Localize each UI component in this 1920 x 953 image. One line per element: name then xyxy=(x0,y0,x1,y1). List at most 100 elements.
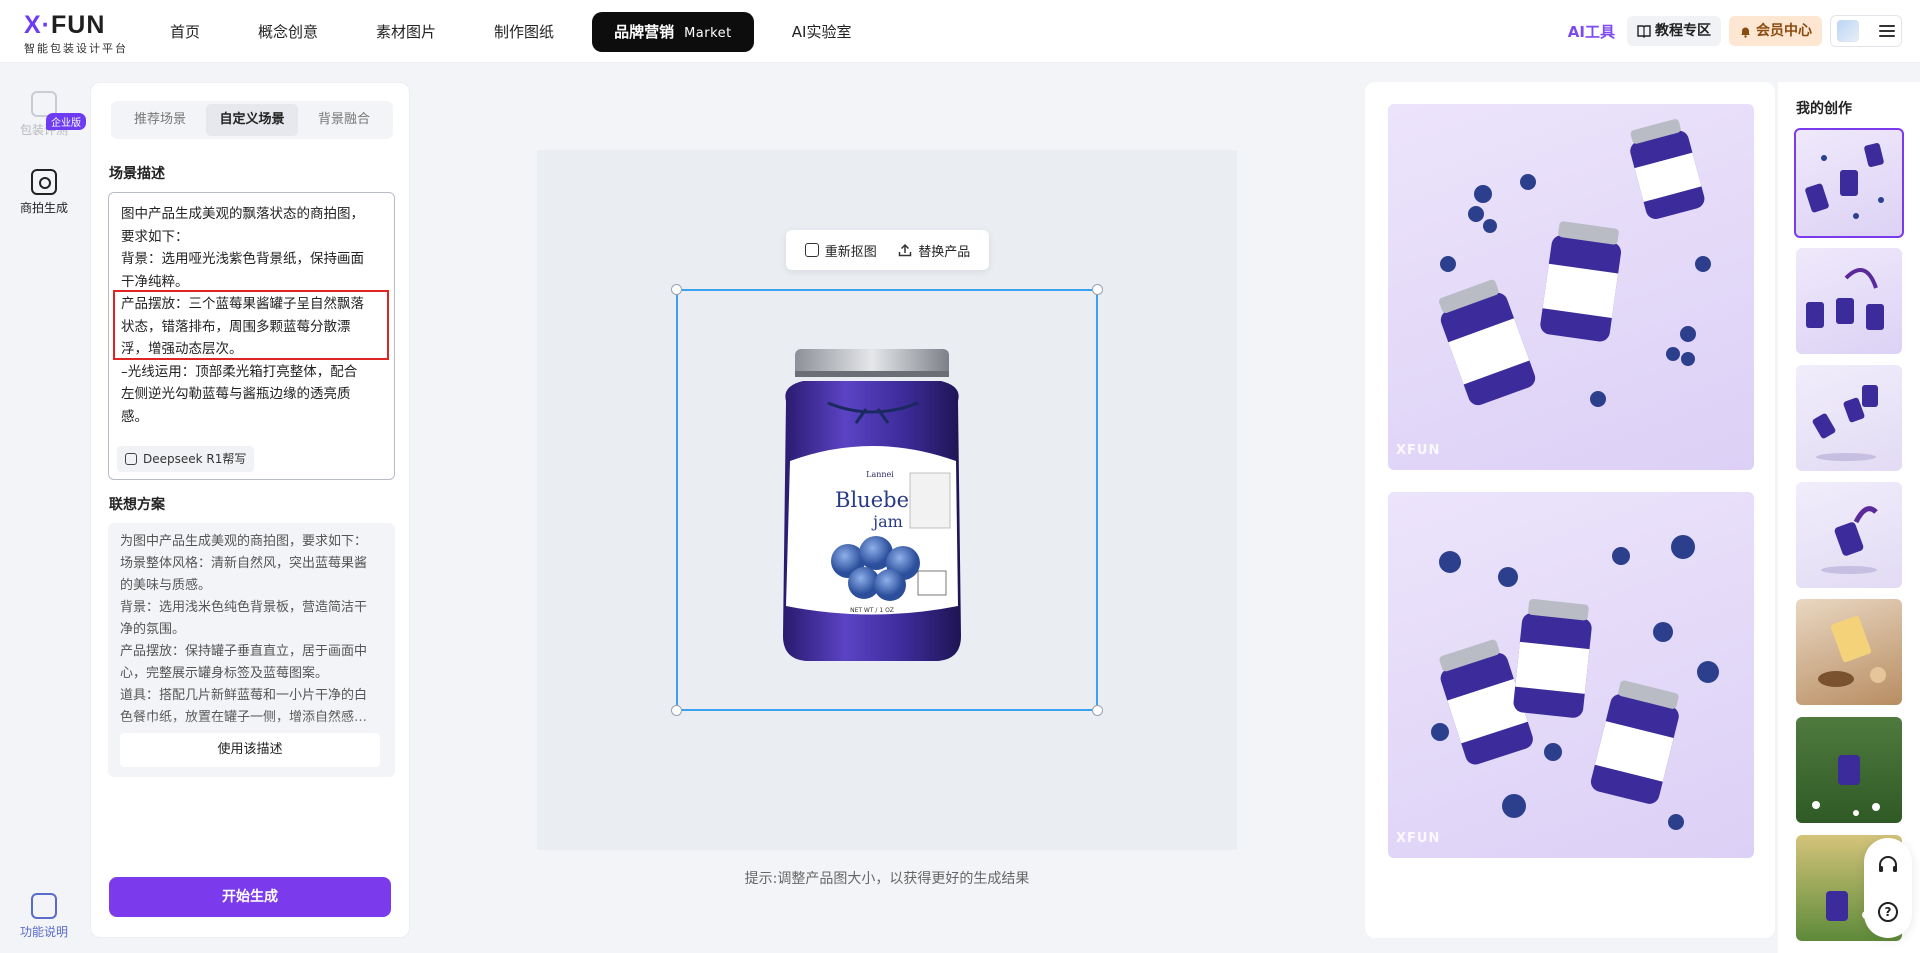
jar-sub-text: jam xyxy=(871,512,903,531)
result-image-1[interactable]: XFUN xyxy=(1388,104,1754,470)
hamburger-menu-icon[interactable] xyxy=(1879,25,1895,37)
deepseek-write-button[interactable]: Deepseek R1帮写 xyxy=(117,446,255,472)
association-suggestion-box: 为图中产品生成美观的商拍图，要求如下： 场景整体风格：清新自然风，突出蓝莓果酱 … xyxy=(108,523,395,777)
editing-canvas[interactable]: 重新抠图 替换产品 Lannei Blueberry jam NET WT / … xyxy=(537,150,1237,850)
thumbnail-art xyxy=(1812,385,1878,461)
history-thumbnail[interactable] xyxy=(1794,128,1904,238)
watermark: XFUN xyxy=(1396,831,1441,846)
tab-background-blend[interactable]: 背景融合 xyxy=(298,104,390,136)
nav-item-drawings[interactable]: 制作图纸 xyxy=(474,12,574,52)
thumbnail-art xyxy=(1821,506,1878,574)
assoc-line: 的美味与质感。 xyxy=(120,578,212,593)
assoc-line: 净的氛围。 xyxy=(120,622,186,637)
logo-text: FUN xyxy=(51,11,106,39)
history-thumbnail[interactable] xyxy=(1796,717,1902,823)
nav-market-tag: Market xyxy=(684,26,732,41)
start-generate-button[interactable]: 开始生成 xyxy=(109,877,391,917)
upload-icon xyxy=(898,243,912,257)
scene-line: 背景：选用哑光浅紫色背景纸，保持画面 xyxy=(121,251,364,267)
product-toolbar: 重新抠图 替换产品 xyxy=(786,230,989,270)
assoc-line: 为图中产品生成美观的商拍图，要求如下： xyxy=(120,534,368,549)
image-icon xyxy=(804,243,819,257)
top-navigation-bar: X·FUN 智能包装设计平台 首页 概念创意 素材图片 制作图纸 品牌营销 Mar… xyxy=(0,0,1920,63)
result-panel: XFUN XFUN xyxy=(1365,82,1775,938)
scene-line: 感。 xyxy=(121,408,148,425)
jar-brand-text: Lannei xyxy=(866,470,894,479)
main-nav: 首页 概念创意 素材图片 制作图纸 品牌营销 Market AI实验室 xyxy=(150,12,889,52)
highlight-annotation-box xyxy=(113,290,389,360)
result-image-2-art xyxy=(1431,535,1719,830)
rail-item-help[interactable]: 功能说明 xyxy=(0,893,88,940)
rail-item-product-shoot[interactable]: 商拍生成 xyxy=(0,169,88,216)
vip-center-label: 会员中心 xyxy=(1756,23,1812,39)
my-creations-sidebar: 我的创作 xyxy=(1778,82,1920,953)
jar-net-text: NET WT / 1 OZ xyxy=(850,607,894,614)
scene-line: 要求如下： xyxy=(121,228,189,245)
logo-tagline: 智能包装设计平台 xyxy=(24,42,128,55)
history-thumbnail[interactable] xyxy=(1796,482,1902,588)
rail-label-help: 功能说明 xyxy=(19,925,68,939)
rail-label-product-shoot: 商拍生成 xyxy=(19,201,68,215)
scene-description-title: 场景描述 xyxy=(109,166,165,182)
thumbnail-art xyxy=(1805,143,1884,219)
scene-tabs: 推荐场景 自定义场景 背景融合 xyxy=(111,101,393,139)
recut-button[interactable]: 重新抠图 xyxy=(804,241,877,260)
assoc-line: 场景整体风格：清新自然风，突出蓝莓果酱 xyxy=(120,556,368,571)
scene-line: 左侧逆光勾勒蓝莓与酱瓶边缘的透亮质 xyxy=(121,386,351,402)
vip-center-button[interactable]: 会员中心 xyxy=(1729,16,1822,46)
scene-description-textarea[interactable]: 图中产品生成美观的飘落状态的商拍图， 要求如下： 背景：选用哑光浅紫色背景纸，保… xyxy=(108,192,395,480)
scene-line: –光线运用：顶部柔光箱打亮整体，配合 xyxy=(121,363,358,380)
headset-icon[interactable] xyxy=(1877,854,1899,876)
canvas-hint: 提示:调整产品图大小，以获得更好的生成结果 xyxy=(744,871,1030,887)
left-rail: 包装评测 企业版 商拍生成 功能说明 xyxy=(0,63,88,953)
deepseek-label: Deepseek R1帮写 xyxy=(143,452,247,466)
nav-right-tools: AI工具 教程专区 会员中心 xyxy=(1568,15,1902,47)
watermark: XFUN xyxy=(1396,443,1441,458)
my-creations-title: 我的创作 xyxy=(1796,101,1852,117)
use-description-button[interactable]: 使用该描述 xyxy=(120,733,380,767)
document-icon xyxy=(31,893,57,919)
avatar[interactable] xyxy=(1837,20,1859,42)
nav-item-concept[interactable]: 概念创意 xyxy=(238,12,338,52)
history-thumbnail[interactable] xyxy=(1796,248,1902,354)
nav-item-materials[interactable]: 素材图片 xyxy=(356,12,456,52)
product-selection-box[interactable]: Lannei Blueberry jam NET WT / 1 OZ xyxy=(671,284,1103,716)
recut-label: 重新抠图 xyxy=(824,244,877,260)
camera-icon xyxy=(31,169,57,195)
result-image-1-art xyxy=(1439,119,1711,407)
tab-recommended-scene[interactable]: 推荐场景 xyxy=(114,104,206,136)
replace-product-label: 替换产品 xyxy=(918,244,971,260)
assoc-line: 道具：搭配几片新鲜蓝莓和一小片干净的白 xyxy=(120,688,368,703)
association-title: 联想方案 xyxy=(109,497,165,513)
settings-panel: 推荐场景 自定义场景 背景融合 场景描述 图中产品生成美观的飘落状态的商拍图， … xyxy=(90,82,410,938)
result-image-2[interactable]: XFUN xyxy=(1388,492,1754,858)
nav-item-home[interactable]: 首页 xyxy=(150,12,220,52)
floating-support-tools: ? xyxy=(1864,838,1912,938)
product-jar-image: Lannei Blueberry jam NET WT / 1 OZ xyxy=(783,349,961,661)
user-menu[interactable] xyxy=(1830,15,1902,47)
nav-item-ai-lab[interactable]: AI实验室 xyxy=(772,12,872,52)
assoc-line: 色餐巾纸，放置在罐子一侧，增添自然感… xyxy=(120,710,368,725)
nav-item-brand-marketing[interactable]: 品牌营销 Market xyxy=(592,12,754,52)
scene-line: 图中产品生成美观的飘落状态的商拍图， xyxy=(121,206,364,222)
bell-icon xyxy=(1741,27,1750,38)
tab-custom-scene[interactable]: 自定义场景 xyxy=(206,104,298,136)
history-thumbnail[interactable] xyxy=(1796,599,1902,705)
brand-logo[interactable]: X·FUN 智能包装设计平台 xyxy=(24,12,134,56)
assoc-line: 产品摆放：保持罐子垂直直立，居于画面中 xyxy=(120,644,368,659)
book-icon xyxy=(1637,25,1651,38)
tutorial-button[interactable]: 教程专区 xyxy=(1627,16,1721,46)
deepseek-icon xyxy=(125,453,137,465)
enterprise-badge: 企业版 xyxy=(46,113,86,130)
logo-mark: X· xyxy=(24,11,51,39)
thumbnail-art xyxy=(1812,755,1880,816)
thumbnail-art xyxy=(1806,268,1884,330)
rail-item-package-review[interactable]: 包装评测 企业版 xyxy=(0,91,88,138)
help-question-icon[interactable]: ? xyxy=(1878,902,1898,922)
history-thumbnail[interactable] xyxy=(1796,365,1902,471)
ai-tools-link[interactable]: AI工具 xyxy=(1568,21,1615,42)
thumbnail-art xyxy=(1818,615,1886,687)
assoc-line: 心，完整展示罐身标签及蓝莓图案。 xyxy=(120,666,329,681)
replace-product-button[interactable]: 替换产品 xyxy=(898,241,970,260)
assoc-line: 背景：选用浅米色纯色背景板，营造简洁干 xyxy=(120,600,368,615)
